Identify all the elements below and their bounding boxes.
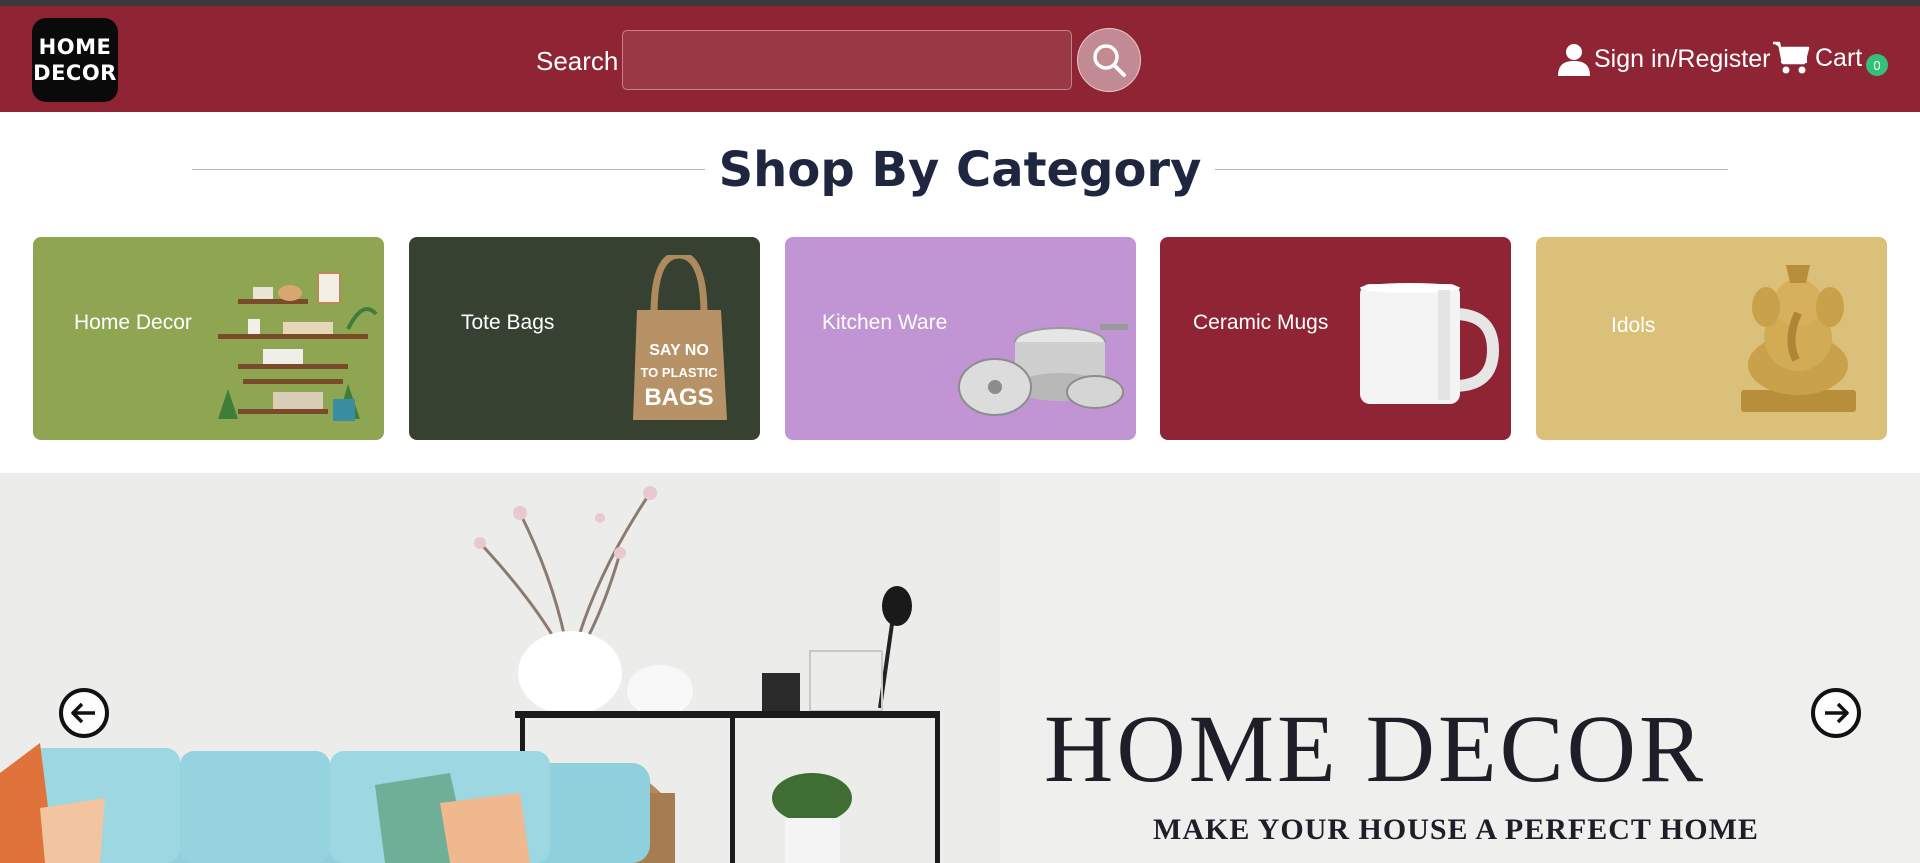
category-card-home-decor[interactable]: Home Decor <box>33 237 384 440</box>
logo-line-2: DECOR <box>33 61 117 85</box>
carousel-prev-button[interactable] <box>59 688 109 738</box>
category-label: Kitchen Ware <box>822 311 948 334</box>
carousel-next-button[interactable] <box>1811 688 1861 738</box>
signin-label: Sign in/Register <box>1594 44 1771 73</box>
cart-count-badge: 0 <box>1866 54 1888 76</box>
banner-title: HOME DECOR <box>1044 695 1707 802</box>
arrow-right-icon <box>1825 702 1849 724</box>
cookware-icon <box>958 324 1128 416</box>
tote-bag-icon: SAY NO TO PLASTIC BAGS <box>633 255 727 420</box>
ganesha-idol-icon <box>1741 265 1856 412</box>
bag-text-1: SAY NO <box>649 342 709 359</box>
site-header: HOME DECOR Search Sign in/Register Cart … <box>0 6 1920 112</box>
living-room-scene-image <box>0 473 1000 863</box>
category-label: Tote Bags <box>461 311 555 334</box>
search-input[interactable] <box>622 30 1072 90</box>
arrow-left-icon <box>71 702 95 724</box>
logo[interactable]: HOME DECOR <box>32 18 118 102</box>
user-icon <box>1558 44 1590 76</box>
logo-line-1: HOME <box>38 35 112 59</box>
mug-icon <box>1360 283 1500 404</box>
section-title: Shop By Category <box>718 142 1202 198</box>
search-button[interactable] <box>1077 28 1141 92</box>
cart-link[interactable]: Cart <box>1772 40 1862 76</box>
category-card-kitchen-ware[interactable]: Kitchen Ware <box>785 237 1136 440</box>
category-card-idols[interactable]: Idols <box>1536 237 1887 440</box>
search-label: Search <box>536 46 619 76</box>
bag-text-3: BAGS <box>644 384 713 411</box>
hero-banner: HOME DECOR MAKE YOUR HOUSE A PERFECT HOM… <box>0 473 1920 863</box>
category-label: Idols <box>1611 314 1656 337</box>
wall-shelves-icon <box>218 272 378 421</box>
category-label: Home Decor <box>74 311 192 334</box>
banner-subtitle: MAKE YOUR HOUSE A PERFECT HOME <box>1153 813 1759 846</box>
cart-label: Cart <box>1815 43 1863 72</box>
category-card-ceramic-mugs[interactable]: Ceramic Mugs <box>1160 237 1511 440</box>
title-divider-right <box>1215 169 1728 170</box>
bag-text-2: TO PLASTIC <box>640 365 718 380</box>
category-label: Ceramic Mugs <box>1193 311 1329 334</box>
signin-link[interactable]: Sign in/Register <box>1556 42 1770 76</box>
cart-icon <box>1773 41 1810 74</box>
category-card-tote-bags[interactable]: Tote Bags SAY NO TO PLASTIC BAGS <box>409 237 760 440</box>
search-icon <box>1093 44 1126 77</box>
